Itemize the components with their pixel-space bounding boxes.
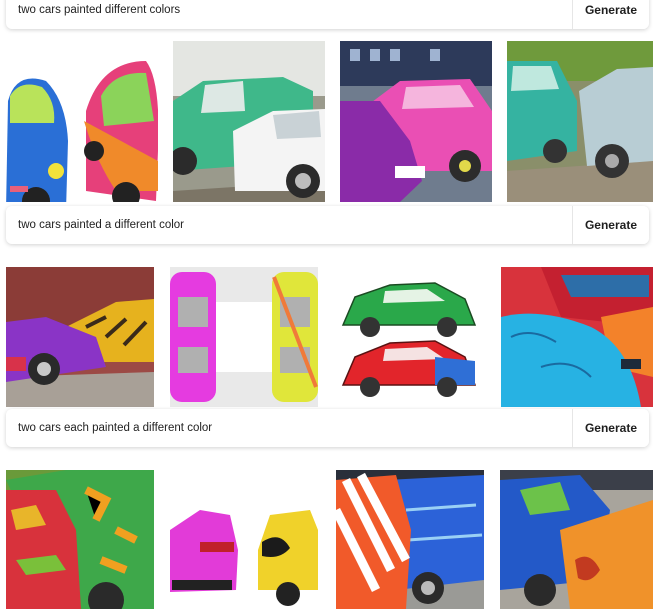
prompt-input-3[interactable]: two cars each painted a different color — [6, 422, 212, 434]
generate-button-3[interactable]: Generate — [571, 409, 649, 447]
image-3-2[interactable] — [170, 470, 318, 609]
image-2-1[interactable] — [6, 267, 154, 407]
image-1-2[interactable] — [173, 41, 325, 202]
generate-button-2[interactable]: Generate — [571, 206, 649, 244]
image-1-1[interactable] — [6, 41, 158, 202]
prompt-input-1[interactable]: two cars painted different colors — [6, 4, 180, 16]
image-2-4[interactable] — [501, 267, 653, 407]
generate-button-1[interactable]: Generate — [571, 0, 649, 29]
image-1-3[interactable] — [340, 41, 492, 202]
image-1-4[interactable] — [507, 41, 653, 202]
prompt-bar-2: two cars painted a different color Gener… — [6, 206, 649, 244]
image-3-3[interactable] — [336, 470, 484, 609]
prompt-input-2[interactable]: two cars painted a different color — [6, 219, 184, 231]
image-3-1[interactable] — [6, 470, 154, 609]
prompt-bar-3: two cars each painted a different color … — [6, 409, 649, 447]
image-3-4[interactable] — [500, 470, 653, 609]
prompt-bar-1: two cars painted different colors Genera… — [6, 0, 649, 29]
image-2-3[interactable] — [335, 267, 483, 407]
image-2-2[interactable] — [170, 267, 318, 407]
